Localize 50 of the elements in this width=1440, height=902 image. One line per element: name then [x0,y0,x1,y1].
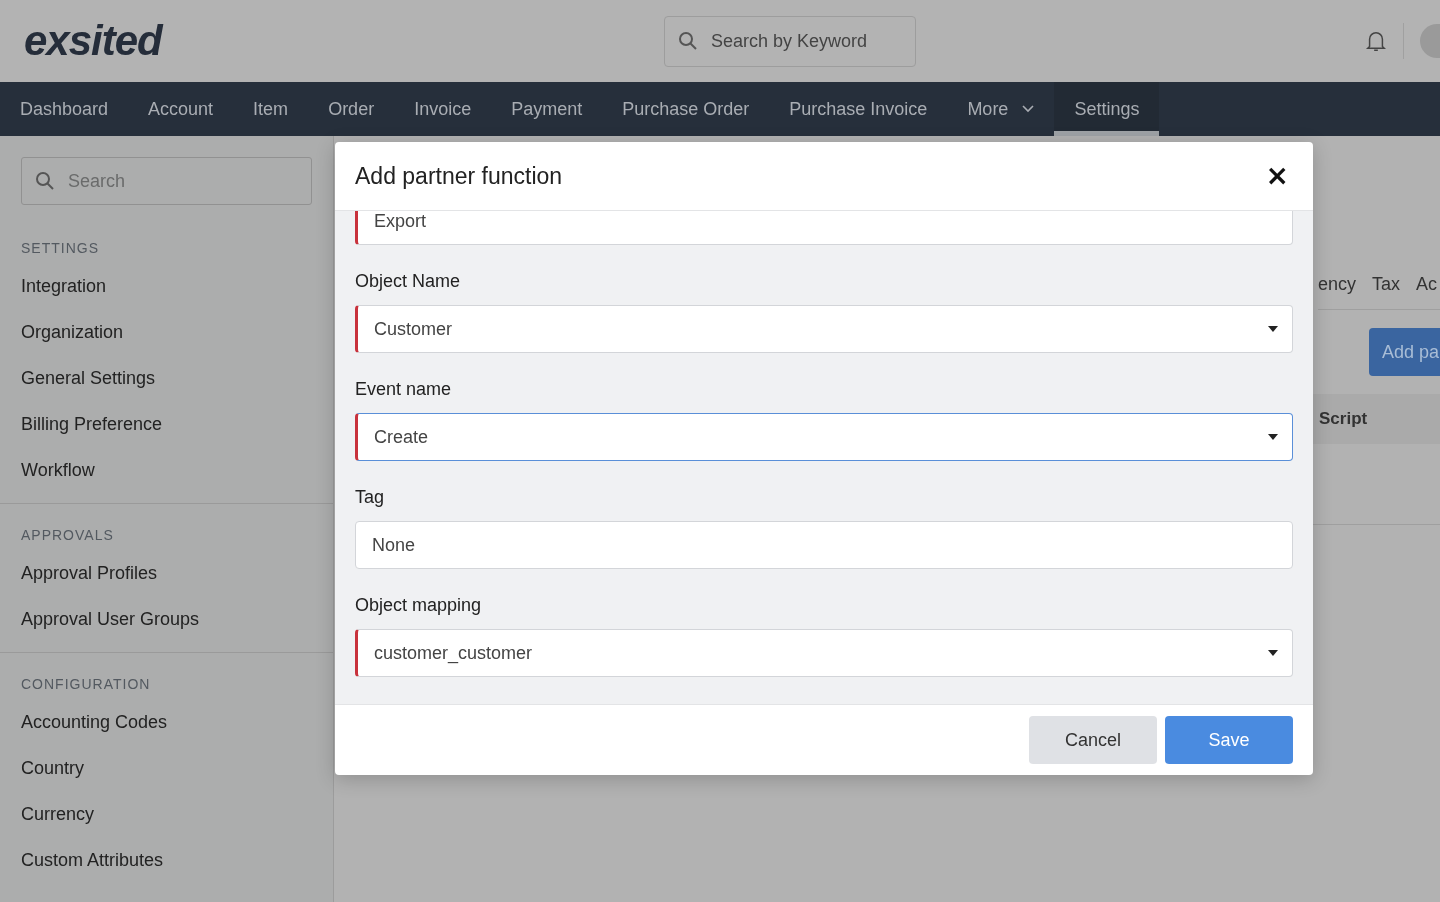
dropdown[interactable]: Customer [355,305,1293,353]
sidebar-item[interactable]: Country [21,745,333,791]
nav-tab[interactable]: More [947,82,1055,136]
tab[interactable]: ency [1318,274,1357,295]
nav-tab[interactable]: Item [233,82,309,136]
sidebar-item[interactable]: Billing Preference [21,401,333,447]
nav-tab[interactable]: Payment [491,82,603,136]
caret-icon [1268,650,1278,656]
dropdown[interactable]: Create [355,413,1293,461]
nav-tab[interactable]: Purchase Invoice [769,82,948,136]
logo[interactable]: exsited [24,17,664,65]
nav-tab[interactable]: Order [308,82,395,136]
field-label: Object mapping [355,595,483,616]
column-header: Script [1319,409,1368,429]
sidebar-item[interactable]: Workflow [21,447,333,493]
search-field[interactable]: Search by Keyword [664,15,916,67]
nav-tab[interactable]: Dashboard [0,82,129,136]
search-icon [678,31,698,51]
sidebar-item[interactable]: Custom Attributes [21,837,333,883]
field-label: Tag [355,487,386,508]
sidebar-item[interactable]: Integration [21,263,333,309]
sidebar-item[interactable]: Organization [21,309,333,355]
sidebar-item[interactable]: General Settings [21,355,333,401]
section-heading: SETTINGS [21,239,100,258]
input-field[interactable]: Export [355,211,1293,245]
section-heading: CONFIGURATION [21,675,152,694]
bell-icon[interactable] [1365,29,1387,53]
dropdown[interactable]: customer_customer [355,629,1293,677]
close-button[interactable]: × [1261,161,1293,191]
caret-icon [1268,326,1278,332]
sidebar-item[interactable]: Approval Profiles [21,550,333,596]
tab[interactable]: Tax [1372,274,1401,295]
tab[interactable]: Ac [1416,274,1438,295]
sidebar-item[interactable]: Currency [21,791,333,837]
nav-tab[interactable]: Account [128,82,234,136]
nav-tab[interactable]: Settings [1054,82,1160,136]
section-heading: APPROVALS [21,526,115,545]
caret-icon [1268,434,1278,440]
search-field[interactable]: Search [21,157,312,205]
chevron-down-icon [1022,105,1035,113]
nav-tab[interactable]: Purchase Order [602,82,770,136]
nav-tab[interactable]: Invoice [394,82,492,136]
dialog-title: Add partner function [355,162,563,190]
sidebar-item[interactable]: Approval User Groups [21,596,333,642]
field-label: Object Name [355,271,462,292]
sidebar-item[interactable]: Accounting Codes [21,699,333,745]
search-icon [35,171,55,191]
field-label: Event name [355,379,453,400]
input-field[interactable]: None [355,521,1293,569]
cancel-button[interactable]: Cancel [1029,716,1157,764]
